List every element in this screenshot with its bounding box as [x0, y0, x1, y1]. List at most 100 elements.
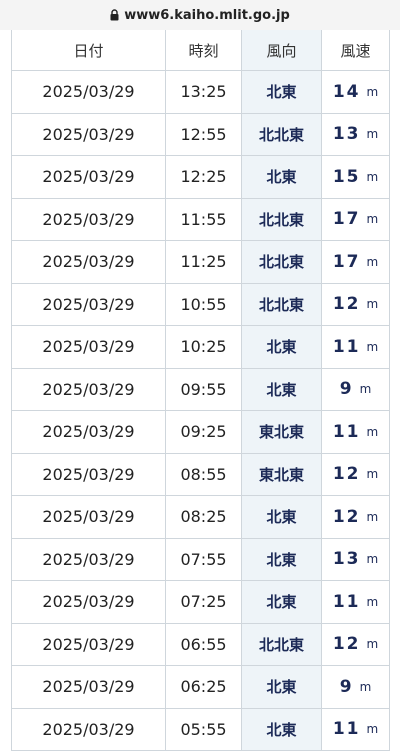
table-row: 2025/03/2910:25北東 11 m [12, 326, 390, 369]
cell-speed: 9m [322, 369, 390, 411]
cell-time: 06:55 [166, 624, 242, 666]
cell-speed: 14m [322, 71, 390, 113]
table-row: 2025/03/2910:55北北東12m [12, 284, 390, 327]
cell-time: 09:25 [166, 411, 242, 453]
table-header-row: 日付 時刻 風向 風速 [12, 30, 390, 71]
cell-speed: 11m [322, 581, 390, 623]
cell-time: 10:25 [166, 326, 242, 368]
speed-value: 13 [333, 124, 361, 144]
table-row: 2025/03/2909:55北東9m [12, 369, 390, 412]
cell-speed: 12m [322, 284, 390, 326]
speed-value: 11 [333, 719, 361, 739]
speed-unit: m [366, 552, 378, 566]
table-row: 2025/03/2905:55北東 11 m [12, 709, 390, 751]
cell-direction: 北東 [242, 666, 322, 708]
cell-direction: 北北東 [242, 114, 322, 156]
cell-date: 2025/03/29 [12, 369, 166, 411]
cell-date: 2025/03/29 [12, 709, 166, 751]
cell-time: 10:55 [166, 284, 242, 326]
table-row: 2025/03/2911:55北北東17m [12, 199, 390, 242]
cell-time: 13:25 [166, 71, 242, 113]
speed-unit: m [366, 85, 378, 99]
cell-speed: 11 m [322, 411, 390, 453]
cell-direction: 北北東 [242, 199, 322, 241]
cell-date: 2025/03/29 [12, 454, 166, 496]
lock-icon [110, 9, 119, 21]
cell-time: 08:55 [166, 454, 242, 496]
speed-value: 11 [333, 422, 361, 442]
header-time: 時刻 [166, 30, 242, 70]
header-direction: 風向 [242, 30, 322, 70]
cell-direction: 北東 [242, 71, 322, 113]
speed-value: 12 [333, 507, 361, 527]
cell-direction: 北東 [242, 156, 322, 198]
speed-unit: m [360, 680, 372, 694]
speed-value: 17 [333, 209, 361, 229]
wind-table: 日付 時刻 風向 風速 2025/03/2913:25北東14m2025/03/… [11, 30, 390, 751]
cell-date: 2025/03/29 [12, 241, 166, 283]
table-row: 2025/03/2906:25北東9m [12, 666, 390, 709]
cell-date: 2025/03/29 [12, 156, 166, 198]
url-text: www6.kaiho.mlit.go.jp [124, 8, 290, 23]
speed-value: 11 [333, 337, 361, 357]
cell-time: 12:55 [166, 114, 242, 156]
cell-direction: 東北東 [242, 411, 322, 453]
cell-time: 07:25 [166, 581, 242, 623]
cell-direction: 北東 [242, 581, 322, 623]
table-row: 2025/03/2912:55北北東13m [12, 114, 390, 157]
cell-time: 07:55 [166, 539, 242, 581]
cell-speed: 12m [322, 454, 390, 496]
speed-unit: m [366, 510, 378, 524]
speed-unit: m [366, 425, 378, 439]
speed-unit: m [366, 212, 378, 226]
cell-speed: 15m [322, 156, 390, 198]
cell-date: 2025/03/29 [12, 624, 166, 666]
cell-time: 11:25 [166, 241, 242, 283]
cell-time: 11:55 [166, 199, 242, 241]
cell-date: 2025/03/29 [12, 284, 166, 326]
cell-time: 12:25 [166, 156, 242, 198]
speed-unit: m [360, 382, 372, 396]
cell-speed: 17 m [322, 199, 390, 241]
cell-direction: 北東 [242, 709, 322, 751]
table-row: 2025/03/2907:25北東11m [12, 581, 390, 624]
table-row: 2025/03/2907:55北東13m [12, 539, 390, 582]
speed-value: 13 [333, 549, 361, 569]
table-row: 2025/03/2909:25東北東 11 m [12, 411, 390, 454]
cell-direction: 北北東 [242, 624, 322, 666]
table-row: 2025/03/2911:25北北東17m [12, 241, 390, 284]
cell-date: 2025/03/29 [12, 411, 166, 453]
speed-unit: m [366, 297, 378, 311]
cell-speed: 11 m [322, 709, 390, 751]
speed-value: 11 [333, 592, 361, 612]
speed-value: 17 [333, 252, 361, 272]
cell-direction: 東北東 [242, 454, 322, 496]
table-row: 2025/03/2912:25北東15m [12, 156, 390, 199]
table-row: 2025/03/2908:25北東12m [12, 496, 390, 539]
table-row: 2025/03/2906:55北北東12m [12, 624, 390, 667]
address-bar[interactable]: www6.kaiho.mlit.go.jp [0, 0, 400, 30]
header-speed: 風速 [322, 30, 390, 70]
cell-date: 2025/03/29 [12, 326, 166, 368]
speed-unit: m [366, 340, 378, 354]
cell-speed: 12m [322, 624, 390, 666]
speed-value: 15 [333, 167, 361, 187]
cell-time: 06:25 [166, 666, 242, 708]
cell-direction: 北北東 [242, 241, 322, 283]
cell-date: 2025/03/29 [12, 581, 166, 623]
cell-date: 2025/03/29 [12, 71, 166, 113]
cell-speed: 11 m [322, 326, 390, 368]
cell-speed: 12 m [322, 496, 390, 538]
cell-speed: 17m [322, 241, 390, 283]
speed-value: 12 [333, 464, 361, 484]
cell-direction: 北東 [242, 539, 322, 581]
cell-time: 08:25 [166, 496, 242, 538]
cell-direction: 北東 [242, 496, 322, 538]
cell-time: 05:55 [166, 709, 242, 751]
cell-speed: 9m [322, 666, 390, 708]
speed-unit: m [366, 127, 378, 141]
speed-unit: m [366, 722, 378, 736]
cell-direction: 北東 [242, 326, 322, 368]
cell-speed: 13 m [322, 539, 390, 581]
cell-direction: 北北東 [242, 284, 322, 326]
